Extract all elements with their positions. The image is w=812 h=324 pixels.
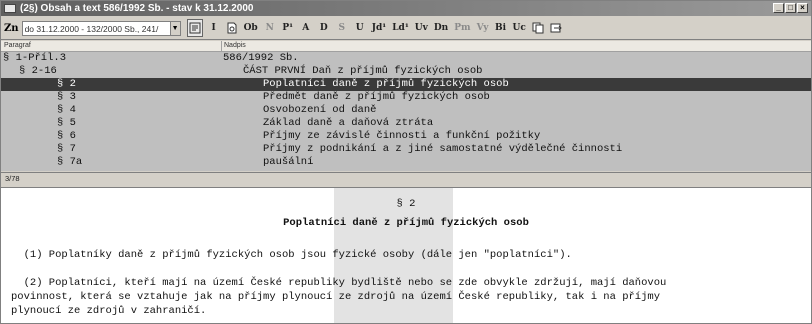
tree-row[interactable]: § 7a paušální <box>1 156 811 169</box>
column-nadpis[interactable]: Nadpis <box>224 42 246 49</box>
tree-row-title: Předmět daně z příjmů fyzických osob <box>263 91 490 103</box>
toolbar-button-i[interactable]: I <box>207 20 221 36</box>
version-icon: Zn <box>4 22 19 34</box>
tree-row-selected[interactable]: § 2 Poplatníci daně z příjmů fyzických o… <box>1 78 811 91</box>
column-header: Paragraf Nadpis <box>1 41 811 52</box>
document-line: (1) Poplatníky daně z příjmů fyzických o… <box>11 249 572 261</box>
copy-icon <box>532 22 544 34</box>
tree-row-paragraf: § 5 <box>57 117 76 129</box>
column-paragraf[interactable]: Paragraf <box>4 42 31 49</box>
tree-row[interactable]: § 2-16 ČÁST PRVNÍ Daň z příjmů fyzických… <box>1 65 811 78</box>
toolbar-button-pm[interactable]: Pm <box>453 20 471 36</box>
close-button[interactable]: × <box>797 3 808 13</box>
app-window: (2§) Obsah a text 586/1992 Sb. - stav k … <box>0 0 812 324</box>
tree-row-paragraf: § 1-Příl.3 <box>3 52 67 64</box>
tree-row-paragraf: § 4 <box>57 104 76 116</box>
toolbar-button-p[interactable]: P¹ <box>281 20 295 36</box>
tree-row-title: ČÁST PRVNÍ Daň z příjmů fyzických osob <box>243 65 483 77</box>
tree-row[interactable]: § 3 Předmět daně z příjmů fyzických osob <box>1 91 811 104</box>
paragraph-number: § 2 <box>396 198 416 210</box>
toolbar-button-dn[interactable]: Dn <box>433 20 449 36</box>
tree-row[interactable]: § 7 Příjmy z podnikání a z jiné samostat… <box>1 143 811 156</box>
toolbar: Zn do 31.12.2000 - 132/2000 Sb., 241/ ▼ … <box>1 17 811 40</box>
export-icon <box>550 23 562 33</box>
tree-row-title: 586/1992 Sb. <box>223 52 299 64</box>
window-title: (2§) Obsah a text 586/1992 Sb. - stav k … <box>20 3 254 14</box>
toolbar-button-n[interactable]: N <box>263 20 277 36</box>
document-search-icon <box>227 22 237 34</box>
toolbar-button-d[interactable]: D <box>317 20 331 36</box>
document-line: povinnost, která se vztahuje jak na příj… <box>11 291 661 303</box>
column-divider[interactable] <box>221 41 222 51</box>
paragraph-tree: § 1-Příl.3 586/1992 Sb. § 2-16 ČÁST PRVN… <box>1 52 811 171</box>
document-view: § 2 Poplatníci daně z příjmů fyzických o… <box>1 188 811 323</box>
tree-row[interactable]: § 1-Příl.3 586/1992 Sb. <box>1 52 811 65</box>
toolbar-button-ob[interactable]: Ob <box>243 20 259 36</box>
tree-row-paragraf: § 3 <box>57 91 76 103</box>
version-select[interactable]: do 31.12.2000 - 132/2000 Sb., 241/ <box>21 20 170 36</box>
tree-row-title: Základ daně a daňová ztráta <box>263 117 434 129</box>
tree-row[interactable]: § 4 Osvobození od daně <box>1 104 811 117</box>
tree-icon <box>189 22 201 34</box>
paragraph-heading: Poplatníci daně z příjmů fyzických osob <box>283 217 529 229</box>
tree-row-paragraf: § 7a <box>57 156 83 168</box>
tree-row-paragraf: § 2 <box>57 78 76 90</box>
maximize-button[interactable]: □ <box>785 3 796 13</box>
tree-row-title: Poplatníci daně z příjmů fyzických osob <box>263 78 509 90</box>
chevron-down-icon[interactable]: ▼ <box>169 20 181 36</box>
tree-row[interactable]: § 5 Základ daně a daňová ztráta <box>1 117 811 130</box>
document-line: plynoucí ze zdrojů v zahraničí. <box>11 305 207 317</box>
tree-row[interactable]: § 6 Příjmy ze závislé činnosti a funkční… <box>1 130 811 143</box>
window-controls: _ □ × <box>773 3 808 13</box>
toolbar-button-bi[interactable]: Bi <box>494 20 508 36</box>
tree-row-paragraf: § 7 <box>57 143 76 155</box>
tree-toggle-button[interactable] <box>186 19 203 37</box>
title-bar: (2§) Obsah a text 586/1992 Sb. - stav k … <box>1 1 811 16</box>
toolbar-button-u[interactable]: U <box>353 20 367 36</box>
minimize-button[interactable]: _ <box>773 3 784 13</box>
toolbar-button-a[interactable]: A <box>299 20 313 36</box>
tree-row-title: Příjmy ze závislé činnosti a funkční pož… <box>263 130 541 142</box>
toolbar-button-vy[interactable]: Vy <box>476 20 490 36</box>
position-indicator: 3/78 <box>5 174 20 183</box>
tree-row-paragraf: § 6 <box>57 130 76 142</box>
toolbar-button-uc[interactable]: Uc <box>512 20 527 36</box>
toolbar-button-uv[interactable]: Uv <box>414 20 429 36</box>
app-icon <box>4 4 16 13</box>
export-button[interactable] <box>549 20 563 36</box>
toolbar-button-s[interactable]: S <box>335 20 349 36</box>
tree-row-title: Příjmy z podnikání a z jiné samostatné v… <box>263 143 623 155</box>
status-bar: 3/78 <box>1 172 811 183</box>
tree-row-paragraf: § 2-16 <box>19 65 57 77</box>
toolbar-button-ld[interactable]: Ld¹ <box>391 20 410 36</box>
toolbar-button-jd[interactable]: Jd¹ <box>371 20 388 36</box>
tree-row-title: paušální <box>263 156 314 168</box>
tree-row-title: Osvobození od daně <box>263 104 377 116</box>
document-search-button[interactable] <box>225 20 239 36</box>
copy-button[interactable] <box>531 20 545 36</box>
document-line: (2) Poplatníci, kteří mají na území Česk… <box>11 277 667 289</box>
